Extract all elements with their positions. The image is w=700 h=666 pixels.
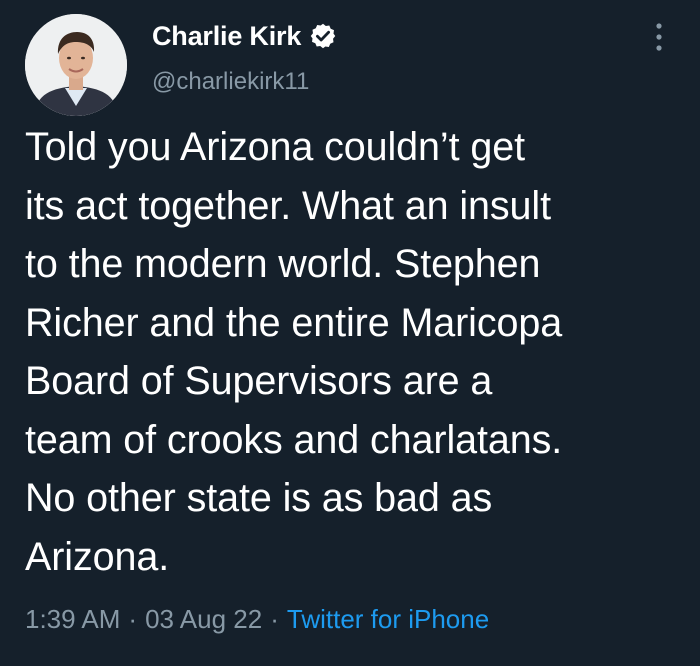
tweet-time[interactable]: 1:39 AM xyxy=(25,604,120,635)
tweet-card: Charlie Kirk @charliekirk11 Told you Ari… xyxy=(0,0,700,666)
tweet-text: Told you Arizona couldn’t get its act to… xyxy=(25,125,563,579)
tweet-date[interactable]: 03 Aug 22 xyxy=(145,604,262,635)
tweet-source-link[interactable]: Twitter for iPhone xyxy=(287,604,489,635)
tweet-meta: 1:39 AM · 03 Aug 22 · Twitter for iPhone xyxy=(25,604,489,635)
avatar[interactable] xyxy=(25,14,127,116)
more-options-icon[interactable] xyxy=(651,20,667,54)
meta-separator: · xyxy=(128,604,138,634)
author-name-row: Charlie Kirk xyxy=(152,18,337,54)
author-handle[interactable]: @charliekirk11 xyxy=(152,68,309,96)
avatar-photo xyxy=(25,14,127,116)
meta-separator: · xyxy=(270,604,279,634)
verified-badge-icon xyxy=(309,22,337,50)
author-display-name[interactable]: Charlie Kirk xyxy=(152,21,301,52)
